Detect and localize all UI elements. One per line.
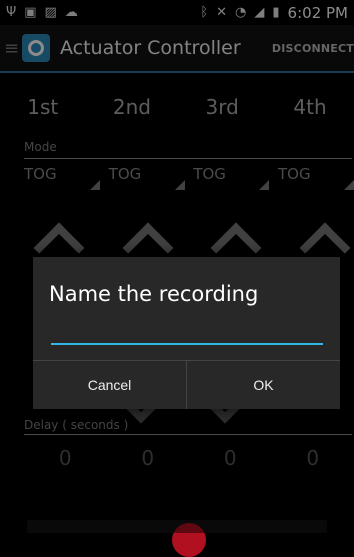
cancel-button[interactable]: Cancel [33, 361, 186, 409]
dialog-buttons: Cancel OK [33, 361, 340, 409]
name-recording-dialog: Name the recording Cancel OK [33, 257, 340, 409]
dialog-title: Name the recording [49, 282, 259, 306]
recording-name-input[interactable] [51, 323, 323, 345]
ok-button[interactable]: OK [186, 361, 340, 409]
